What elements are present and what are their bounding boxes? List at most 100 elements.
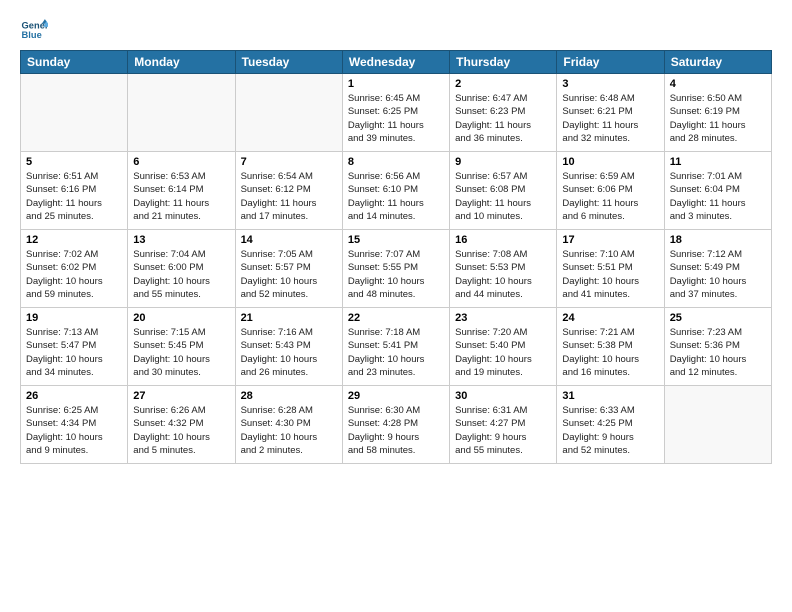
day-number: 12 bbox=[26, 234, 122, 246]
calendar-cell: 5 Sunrise: 6:51 AM Sunset: 6:16 PM Daylig… bbox=[21, 152, 128, 230]
calendar-header-row: SundayMondayTuesdayWednesdayThursdayFrid… bbox=[21, 51, 772, 74]
cell-details: Sunrise: 6:30 AM Sunset: 4:28 PM Dayligh… bbox=[348, 404, 444, 457]
calendar-cell: 19Sunrise: 7:13 AM Sunset: 5:47 PM Dayli… bbox=[21, 308, 128, 386]
day-number: 3 bbox=[562, 78, 658, 90]
cell-details: Sunrise: 6:26 AM Sunset: 4:32 PM Dayligh… bbox=[133, 404, 229, 457]
page-header: General Blue bbox=[20, 16, 772, 44]
calendar-cell: 3 Sunrise: 6:48 AM Sunset: 6:21 PM Daylig… bbox=[557, 74, 664, 152]
calendar-week-4: 19Sunrise: 7:13 AM Sunset: 5:47 PM Dayli… bbox=[21, 308, 772, 386]
calendar-cell: 14 Sunrise: 7:05 AM Sunset: 5:57 PM Dayli… bbox=[235, 230, 342, 308]
calendar-header-saturday: Saturday bbox=[664, 51, 771, 74]
cell-details: Sunrise: 7:18 AM Sunset: 5:41 PM Dayligh… bbox=[348, 326, 444, 379]
cell-details: Sunrise: 6:28 AM Sunset: 4:30 PM Dayligh… bbox=[241, 404, 337, 457]
calendar-cell: 25 Sunrise: 7:23 AM Sunset: 5:36 PM Dayli… bbox=[664, 308, 771, 386]
day-number: 10 bbox=[562, 156, 658, 168]
cell-details: Sunrise: 7:16 AM Sunset: 5:43 PM Dayligh… bbox=[241, 326, 337, 379]
calendar-cell: 15 Sunrise: 7:07 AM Sunset: 5:55 PM Dayli… bbox=[342, 230, 449, 308]
cell-details: Sunrise: 7:02 AM Sunset: 6:02 PM Dayligh… bbox=[26, 248, 122, 301]
day-number: 22 bbox=[348, 312, 444, 324]
cell-details: Sunrise: 6:45 AM Sunset: 6:25 PM Dayligh… bbox=[348, 92, 444, 145]
day-number: 24 bbox=[562, 312, 658, 324]
calendar-week-3: 12 Sunrise: 7:02 AM Sunset: 6:02 PM Dayli… bbox=[21, 230, 772, 308]
day-number: 17 bbox=[562, 234, 658, 246]
calendar-cell: 16 Sunrise: 7:08 AM Sunset: 5:53 PM Dayli… bbox=[450, 230, 557, 308]
cell-details: Sunrise: 7:23 AM Sunset: 5:36 PM Dayligh… bbox=[670, 326, 766, 379]
calendar-cell: 20 Sunrise: 7:15 AM Sunset: 5:45 PM Dayli… bbox=[128, 308, 235, 386]
cell-details: Sunrise: 7:01 AM Sunset: 6:04 PM Dayligh… bbox=[670, 170, 766, 223]
day-number: 31 bbox=[562, 390, 658, 402]
day-number: 13 bbox=[133, 234, 229, 246]
calendar-cell: 21Sunrise: 7:16 AM Sunset: 5:43 PM Dayli… bbox=[235, 308, 342, 386]
cell-details: Sunrise: 7:07 AM Sunset: 5:55 PM Dayligh… bbox=[348, 248, 444, 301]
calendar-header-wednesday: Wednesday bbox=[342, 51, 449, 74]
cell-details: Sunrise: 7:10 AM Sunset: 5:51 PM Dayligh… bbox=[562, 248, 658, 301]
calendar-cell: 22 Sunrise: 7:18 AM Sunset: 5:41 PM Dayli… bbox=[342, 308, 449, 386]
day-number: 28 bbox=[241, 390, 337, 402]
calendar-header-friday: Friday bbox=[557, 51, 664, 74]
day-number: 16 bbox=[455, 234, 551, 246]
calendar-cell: 2Sunrise: 6:47 AM Sunset: 6:23 PM Daylig… bbox=[450, 74, 557, 152]
calendar-cell: 6Sunrise: 6:53 AM Sunset: 6:14 PM Daylig… bbox=[128, 152, 235, 230]
cell-details: Sunrise: 6:33 AM Sunset: 4:25 PM Dayligh… bbox=[562, 404, 658, 457]
calendar-cell: 23 Sunrise: 7:20 AM Sunset: 5:40 PM Dayli… bbox=[450, 308, 557, 386]
cell-details: Sunrise: 6:54 AM Sunset: 6:12 PM Dayligh… bbox=[241, 170, 337, 223]
cell-details: Sunrise: 7:20 AM Sunset: 5:40 PM Dayligh… bbox=[455, 326, 551, 379]
day-number: 7 bbox=[241, 156, 337, 168]
calendar-cell: 10 Sunrise: 6:59 AM Sunset: 6:06 PM Dayli… bbox=[557, 152, 664, 230]
day-number: 1 bbox=[348, 78, 444, 90]
cell-details: Sunrise: 7:08 AM Sunset: 5:53 PM Dayligh… bbox=[455, 248, 551, 301]
calendar-week-2: 5 Sunrise: 6:51 AM Sunset: 6:16 PM Daylig… bbox=[21, 152, 772, 230]
logo-icon: General Blue bbox=[20, 16, 48, 44]
calendar-cell bbox=[128, 74, 235, 152]
day-number: 15 bbox=[348, 234, 444, 246]
day-number: 26 bbox=[26, 390, 122, 402]
calendar-week-1: 1 Sunrise: 6:45 AM Sunset: 6:25 PM Daylig… bbox=[21, 74, 772, 152]
cell-details: Sunrise: 7:15 AM Sunset: 5:45 PM Dayligh… bbox=[133, 326, 229, 379]
cell-details: Sunrise: 6:56 AM Sunset: 6:10 PM Dayligh… bbox=[348, 170, 444, 223]
day-number: 20 bbox=[133, 312, 229, 324]
day-number: 30 bbox=[455, 390, 551, 402]
calendar-cell: 27Sunrise: 6:26 AM Sunset: 4:32 PM Dayli… bbox=[128, 386, 235, 464]
cell-details: Sunrise: 7:05 AM Sunset: 5:57 PM Dayligh… bbox=[241, 248, 337, 301]
day-number: 19 bbox=[26, 312, 122, 324]
calendar-cell: 31 Sunrise: 6:33 AM Sunset: 4:25 PM Dayli… bbox=[557, 386, 664, 464]
cell-details: Sunrise: 6:51 AM Sunset: 6:16 PM Dayligh… bbox=[26, 170, 122, 223]
calendar-cell: 26 Sunrise: 6:25 AM Sunset: 4:34 PM Dayli… bbox=[21, 386, 128, 464]
svg-text:Blue: Blue bbox=[22, 30, 42, 40]
cell-details: Sunrise: 7:04 AM Sunset: 6:00 PM Dayligh… bbox=[133, 248, 229, 301]
calendar-cell: 28 Sunrise: 6:28 AM Sunset: 4:30 PM Dayli… bbox=[235, 386, 342, 464]
calendar-cell: 17 Sunrise: 7:10 AM Sunset: 5:51 PM Dayli… bbox=[557, 230, 664, 308]
cell-details: Sunrise: 6:31 AM Sunset: 4:27 PM Dayligh… bbox=[455, 404, 551, 457]
calendar-cell: 7 Sunrise: 6:54 AM Sunset: 6:12 PM Daylig… bbox=[235, 152, 342, 230]
calendar-cell: 4Sunrise: 6:50 AM Sunset: 6:19 PM Daylig… bbox=[664, 74, 771, 152]
calendar-cell: 30 Sunrise: 6:31 AM Sunset: 4:27 PM Dayli… bbox=[450, 386, 557, 464]
cell-details: Sunrise: 7:21 AM Sunset: 5:38 PM Dayligh… bbox=[562, 326, 658, 379]
calendar-cell: 12 Sunrise: 7:02 AM Sunset: 6:02 PM Dayli… bbox=[21, 230, 128, 308]
day-number: 8 bbox=[348, 156, 444, 168]
calendar-cell: 8 Sunrise: 6:56 AM Sunset: 6:10 PM Daylig… bbox=[342, 152, 449, 230]
day-number: 6 bbox=[133, 156, 229, 168]
cell-details: Sunrise: 6:48 AM Sunset: 6:21 PM Dayligh… bbox=[562, 92, 658, 145]
calendar-cell bbox=[21, 74, 128, 152]
calendar-cell: 18Sunrise: 7:12 AM Sunset: 5:49 PM Dayli… bbox=[664, 230, 771, 308]
calendar-cell: 1 Sunrise: 6:45 AM Sunset: 6:25 PM Daylig… bbox=[342, 74, 449, 152]
calendar-header-monday: Monday bbox=[128, 51, 235, 74]
calendar-cell bbox=[664, 386, 771, 464]
cell-details: Sunrise: 6:47 AM Sunset: 6:23 PM Dayligh… bbox=[455, 92, 551, 145]
calendar-header-sunday: Sunday bbox=[21, 51, 128, 74]
day-number: 29 bbox=[348, 390, 444, 402]
cell-details: Sunrise: 6:59 AM Sunset: 6:06 PM Dayligh… bbox=[562, 170, 658, 223]
calendar-cell: 13 Sunrise: 7:04 AM Sunset: 6:00 PM Dayli… bbox=[128, 230, 235, 308]
day-number: 18 bbox=[670, 234, 766, 246]
calendar-table: SundayMondayTuesdayWednesdayThursdayFrid… bbox=[20, 50, 772, 464]
calendar-week-5: 26 Sunrise: 6:25 AM Sunset: 4:34 PM Dayli… bbox=[21, 386, 772, 464]
cell-details: Sunrise: 6:25 AM Sunset: 4:34 PM Dayligh… bbox=[26, 404, 122, 457]
day-number: 25 bbox=[670, 312, 766, 324]
day-number: 5 bbox=[26, 156, 122, 168]
calendar-body: 1 Sunrise: 6:45 AM Sunset: 6:25 PM Daylig… bbox=[21, 74, 772, 464]
calendar-header-tuesday: Tuesday bbox=[235, 51, 342, 74]
day-number: 14 bbox=[241, 234, 337, 246]
cell-details: Sunrise: 6:57 AM Sunset: 6:08 PM Dayligh… bbox=[455, 170, 551, 223]
logo: General Blue bbox=[20, 16, 48, 44]
day-number: 23 bbox=[455, 312, 551, 324]
